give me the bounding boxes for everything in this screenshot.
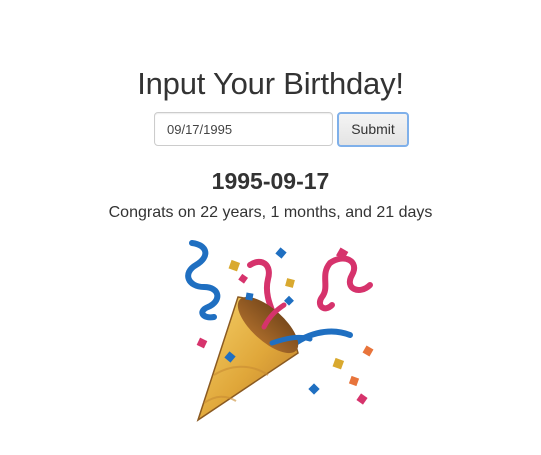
confetti-gold-1 [228,259,241,272]
party-popper-icon [185,240,374,422]
confetti-blue-4 [308,383,320,395]
result-date: 1995-09-17 [211,168,330,194]
confetti-pink-1 [238,273,248,284]
confetti-orange-2 [348,375,360,387]
confetti-gold-2 [285,278,295,288]
birthday-form: Submit [154,111,409,147]
confetti-blue-5 [245,292,254,301]
congrats-message: Congrats on 22 years, 1 months, and 21 d… [108,204,433,221]
confetti-pink-3 [196,337,208,349]
confetti-blue-1 [275,247,287,259]
submit-button[interactable]: Submit [337,111,409,147]
birthday-date-input[interactable] [154,112,333,146]
page-title: Input Your Birthday! [137,66,404,101]
streamer-blue-left [185,240,221,321]
confetti-gold-3 [332,357,345,370]
streamer-pink-right [316,255,373,312]
confetti-orange-1 [362,345,374,357]
confetti-pink-4 [356,393,368,405]
